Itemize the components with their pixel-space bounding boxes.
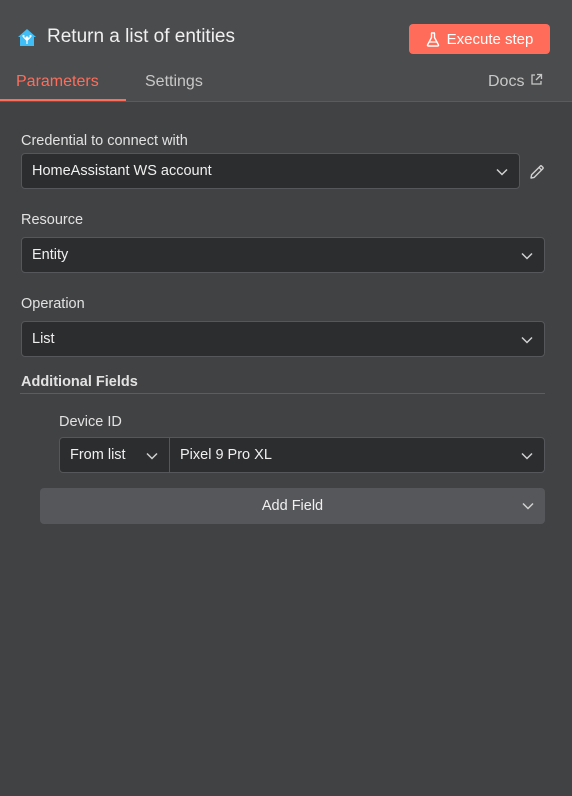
node-title: Return a list of entities — [47, 26, 235, 47]
device-id-mode-select[interactable]: From list — [60, 438, 170, 472]
resource-select[interactable]: Entity — [21, 237, 545, 273]
device-id-value: Pixel 9 Pro XL — [180, 447, 272, 463]
chevron-down-icon — [520, 249, 534, 267]
home-assistant-icon — [17, 28, 37, 48]
resource-value: Entity — [32, 247, 69, 263]
execute-step-button[interactable]: Execute step — [409, 24, 550, 54]
external-link-icon — [530, 73, 543, 91]
chevron-down-icon — [520, 449, 534, 467]
chevron-down-icon — [520, 333, 534, 351]
flask-icon — [426, 31, 440, 47]
device-id-select[interactable]: Pixel 9 Pro XL — [170, 438, 544, 472]
active-tab-indicator — [0, 99, 126, 101]
docs-link[interactable]: Docs — [488, 73, 543, 91]
credential-label: Credential to connect with — [21, 133, 188, 149]
chevron-down-icon — [521, 499, 535, 517]
node-parameters-panel: Return a list of entities Execute step P… — [0, 0, 572, 796]
operation-value: List — [32, 331, 55, 347]
additional-fields-heading: Additional Fields — [21, 374, 138, 390]
operation-label: Operation — [21, 296, 85, 312]
chevron-down-icon — [495, 165, 509, 183]
credential-select[interactable]: HomeAssistant WS account — [21, 153, 520, 189]
device-id-label: Device ID — [59, 414, 122, 430]
docs-label: Docs — [488, 73, 525, 90]
section-divider — [20, 393, 545, 394]
device-id-mode-value: From list — [70, 447, 126, 463]
panel-header: Return a list of entities Execute step P… — [0, 0, 572, 102]
edit-credential-icon[interactable] — [528, 163, 546, 186]
add-field-button[interactable]: Add Field — [40, 488, 545, 524]
execute-step-label: Execute step — [446, 30, 534, 48]
tab-settings[interactable]: Settings — [145, 73, 203, 91]
credential-value: HomeAssistant WS account — [32, 163, 212, 179]
chevron-down-icon — [145, 449, 159, 467]
device-id-resource-locator: From list Pixel 9 Pro XL — [59, 437, 545, 473]
operation-select[interactable]: List — [21, 321, 545, 357]
tab-parameters[interactable]: Parameters — [16, 73, 99, 91]
add-field-label: Add Field — [261, 498, 324, 514]
resource-label: Resource — [21, 212, 84, 228]
